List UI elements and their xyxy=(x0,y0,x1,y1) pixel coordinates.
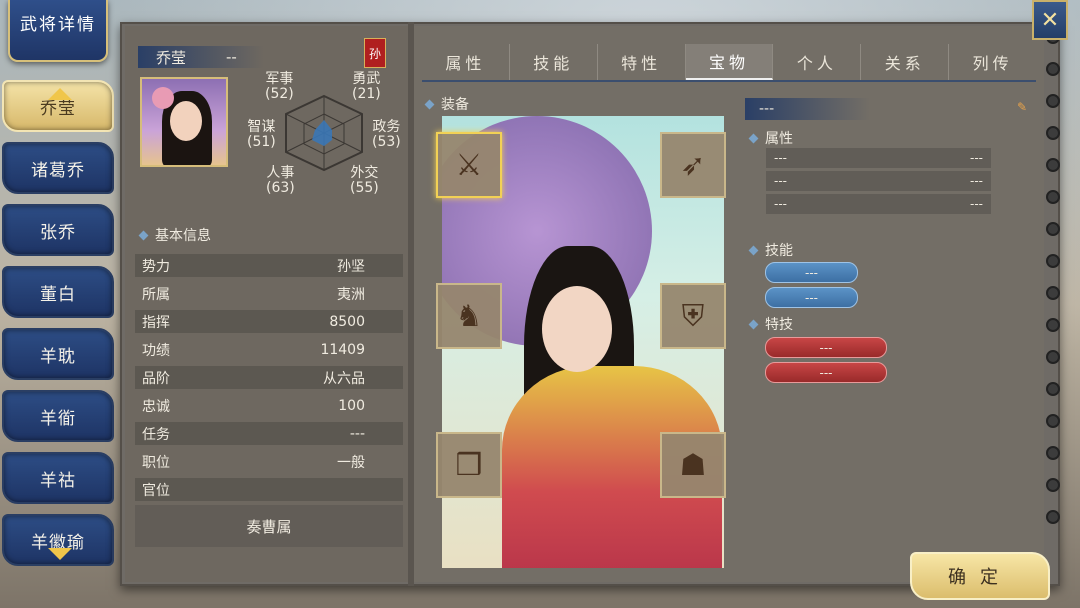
stat-politics: 政务 (53) xyxy=(372,119,401,150)
halberd-icon: ⚔ xyxy=(455,147,483,183)
confirm-button[interactable]: 确定 xyxy=(910,552,1050,600)
item-attribute-row: --- --- xyxy=(766,171,991,191)
character-name: 乔莹 xyxy=(156,48,187,67)
ring-icon xyxy=(1046,350,1060,364)
ring-icon xyxy=(1046,222,1060,236)
weapon-slot[interactable]: ⚔ xyxy=(436,132,502,198)
ring-icon xyxy=(1046,510,1060,524)
character-list: 乔莹 诸葛乔 张乔 董白 羊耽 羊衜 羊祜 羊徽瑜 xyxy=(2,80,118,576)
character-item-5[interactable]: 羊衜 xyxy=(2,390,114,442)
binding-rings xyxy=(1046,30,1066,580)
ring-icon xyxy=(1046,62,1060,76)
tab-bar: 属性 技能 特性 宝物 个人 关系 列传 xyxy=(422,44,1036,82)
name-bar: 乔莹 -- xyxy=(138,46,264,68)
character-item-6[interactable]: 羊祜 xyxy=(2,452,114,504)
item-skill-pill[interactable]: --- xyxy=(765,262,858,283)
tab-attributes[interactable]: 属性 xyxy=(422,44,510,80)
item-specials-title: 特技 xyxy=(750,314,793,334)
item-skill-pill[interactable]: --- xyxy=(765,287,858,308)
item-special-pill[interactable]: --- xyxy=(765,362,887,383)
ring-icon xyxy=(1046,254,1060,268)
info-row-command: 指挥 8500 xyxy=(135,310,403,333)
close-button[interactable]: ✕ xyxy=(1032,0,1068,40)
item-skills-title: 技能 xyxy=(750,240,793,260)
ring-icon xyxy=(1046,94,1060,108)
item-special-pill[interactable]: --- xyxy=(765,337,887,358)
face-art xyxy=(542,286,612,372)
faction-flag: 孙 xyxy=(364,38,386,68)
ring-icon xyxy=(1046,446,1060,460)
stat-diplomacy: 外交 (55) xyxy=(350,165,379,196)
armor-slot[interactable]: ⛨ xyxy=(660,283,726,349)
stat-personnel: 人事 (63) xyxy=(266,165,295,196)
ring-icon xyxy=(1046,158,1060,172)
bow-slot[interactable]: ➶ xyxy=(660,132,726,198)
title-banner: 武将详情 xyxy=(8,0,108,62)
scroll-down-icon[interactable] xyxy=(48,548,72,560)
name-suffix: -- xyxy=(226,48,237,66)
ring-icon xyxy=(1046,126,1060,140)
info-row-loyalty: 忠诚 100 xyxy=(142,397,365,415)
info-row-region: 所属 夷洲 xyxy=(142,286,365,303)
page-title: 武将详情 xyxy=(20,15,96,35)
character-portrait[interactable] xyxy=(140,77,228,167)
treasure-slot[interactable]: ☗ xyxy=(660,432,726,498)
info-row-office: 官位 xyxy=(135,478,403,501)
info-row-merit: 功绩 11409 xyxy=(142,341,365,359)
tab-relations[interactable]: 关系 xyxy=(861,44,950,80)
info-row-task: 任务 --- xyxy=(135,422,403,445)
radar-fill xyxy=(312,120,332,146)
ring-icon xyxy=(1046,190,1060,204)
stat-military: 军事 (52) xyxy=(265,71,294,102)
bow-icon: ➶ xyxy=(680,147,706,183)
info-row-rank: 品阶 从六品 xyxy=(135,366,403,389)
stat-radar-chart xyxy=(285,94,363,172)
ring-icon xyxy=(1046,382,1060,396)
ring-icon xyxy=(1046,478,1060,492)
tab-biography[interactable]: 列传 xyxy=(949,44,1036,80)
item-attribute-row: --- --- xyxy=(766,194,991,214)
memorial-button[interactable]: 奏曹属 xyxy=(135,505,403,547)
ring-icon xyxy=(1046,414,1060,428)
equipment-title: 装备 xyxy=(426,94,469,114)
character-item-4[interactable]: 羊耽 xyxy=(2,328,114,380)
treasure-icon: ☗ xyxy=(679,447,707,483)
tab-traits[interactable]: 特性 xyxy=(598,44,686,80)
character-item-3[interactable]: 董白 xyxy=(2,266,114,318)
info-row-faction: 势力 孙坚 xyxy=(135,254,403,277)
character-item-1[interactable]: 诸葛乔 xyxy=(2,142,114,194)
portrait-flower xyxy=(152,87,174,109)
character-item-2[interactable]: 张乔 xyxy=(2,204,114,256)
tab-personal[interactable]: 个人 xyxy=(773,44,862,80)
horse-icon: ♞ xyxy=(455,298,483,334)
portrait-face xyxy=(170,101,202,141)
tab-skills[interactable]: 技能 xyxy=(510,44,598,80)
scroll-up-icon[interactable] xyxy=(48,88,72,100)
scroll-icon: ❒ xyxy=(455,447,483,483)
armor-icon: ⛨ xyxy=(681,298,705,334)
item-detail-header: --- xyxy=(745,98,870,120)
ring-icon xyxy=(1046,286,1060,300)
book-spine xyxy=(408,22,414,586)
basic-info-title: 基本信息 xyxy=(140,225,211,245)
edit-pen-icon[interactable]: ✎ xyxy=(1017,100,1029,114)
crossed-swords-icon: ✕ xyxy=(1040,7,1060,33)
info-row-position: 职位 一般 xyxy=(142,454,365,471)
item-attributes-title: 属性 xyxy=(750,128,793,148)
stat-strategy: 智谋 (51) xyxy=(247,119,276,150)
item-attribute-row: --- --- xyxy=(766,148,991,168)
tab-treasures[interactable]: 宝物 xyxy=(685,44,774,80)
horse-slot[interactable]: ♞ xyxy=(436,283,502,349)
scroll-slot[interactable]: ❒ xyxy=(436,432,502,498)
stat-valor: 勇武 (21) xyxy=(352,71,381,102)
ring-icon xyxy=(1046,318,1060,332)
